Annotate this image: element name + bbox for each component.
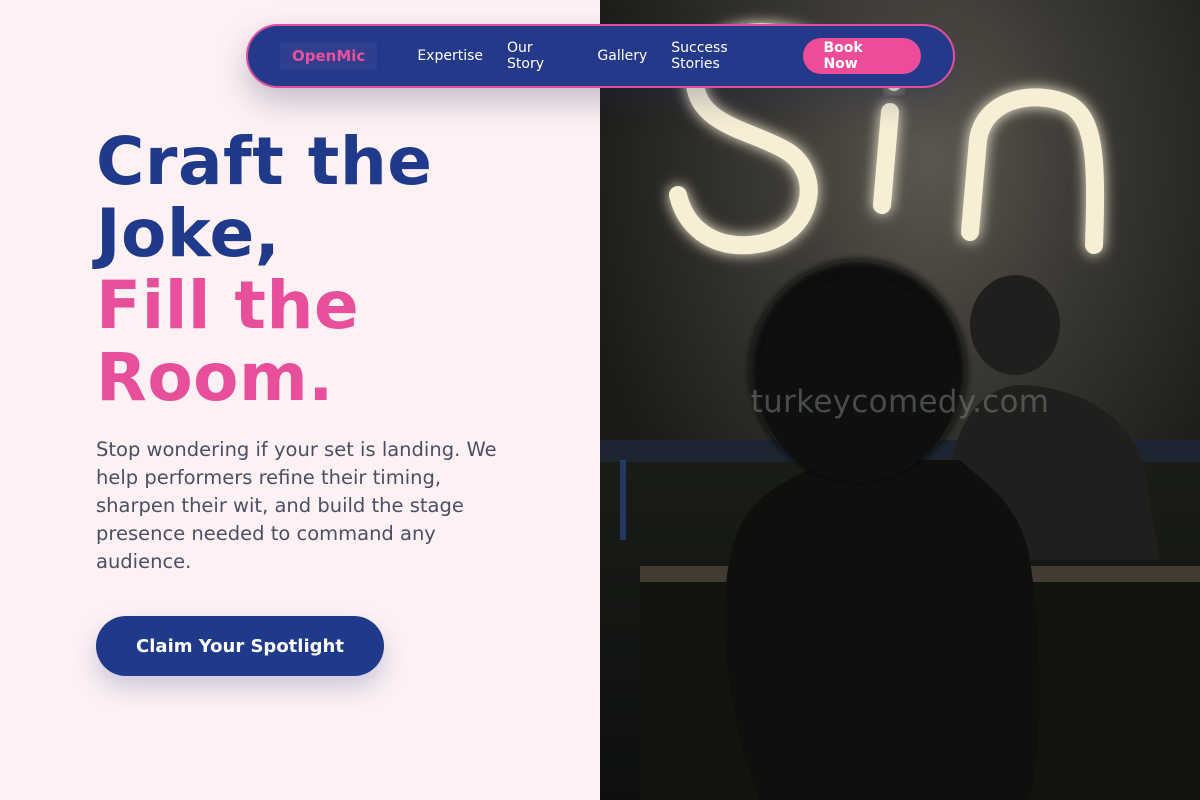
headline-line-3: Fill the: [96, 267, 360, 344]
book-now-button[interactable]: Book Now: [803, 38, 921, 74]
watermark-text: turkeycomedy.com: [750, 384, 1050, 420]
nav-link-expertise[interactable]: Expertise: [417, 48, 483, 64]
hero-description: Stop wondering if your set is landing. W…: [96, 438, 497, 573]
headline-line-2: Joke,: [96, 195, 281, 272]
claim-spotlight-button[interactable]: Claim Your Spotlight: [96, 616, 384, 676]
headline-line-4: Room.: [96, 339, 334, 416]
main-navigation: OpenMic Expertise Our Story Gallery Succ…: [246, 24, 955, 88]
headline-line-1: Craft the: [96, 123, 433, 200]
nav-link-gallery[interactable]: Gallery: [597, 48, 647, 64]
nav-link-our-story[interactable]: Our Story: [507, 40, 573, 72]
nav-link-success-stories[interactable]: Success Stories: [671, 40, 779, 72]
brand-logo[interactable]: OpenMic: [280, 42, 378, 70]
hero-headline: Craft the Joke, Fill the Room.: [96, 126, 433, 414]
